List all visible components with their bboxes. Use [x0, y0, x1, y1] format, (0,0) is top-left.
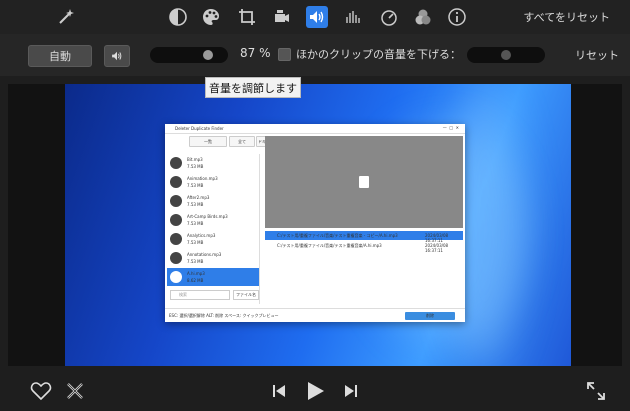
tooltip: 音量を調節します	[205, 77, 301, 98]
speed-icon[interactable]	[378, 6, 400, 28]
fullscreen-button[interactable]	[585, 380, 607, 402]
skip-forward-button[interactable]	[342, 380, 360, 402]
app-footer: ESC: 選択/選択解除 ALT: 削除 スペース: クイックプレビュー 削除	[165, 308, 465, 323]
list-item[interactable]: After2.mp3 7.53 MB	[167, 192, 259, 210]
lower-others-slider[interactable]	[467, 47, 545, 63]
app-footer-text: ESC: 選択/選択解除 ALT: 削除 スペース: クイックプレビュー	[169, 313, 279, 318]
clip-filter-icon[interactable]	[412, 6, 434, 28]
mute-button[interactable]	[104, 45, 130, 67]
crop-icon[interactable]	[236, 6, 258, 28]
magic-wand-icon[interactable]	[55, 6, 77, 28]
equalizer-icon[interactable]	[342, 6, 364, 28]
app-tab[interactable]: 全て	[229, 136, 255, 147]
list-item[interactable]: Annotations.mp3 7.53 MB	[167, 249, 259, 267]
volume-icon[interactable]	[306, 6, 328, 28]
app-file-list: Bit.mp3 7.53 MB Animation.mp3 7.53 MB Afte…	[167, 154, 260, 304]
skip-back-button[interactable]	[270, 380, 288, 402]
lower-others-slider-knob[interactable]	[501, 50, 511, 60]
reset-button[interactable]: リセット	[575, 47, 619, 63]
app-duplicate-row[interactable]: C:/テスト用/重複ファイル/音楽/テスト重複音楽 - コピー/A.hi.mp3…	[265, 231, 463, 243]
toolbar: すべてをリセット	[0, 0, 630, 34]
app-window: Deleter Duplicate Finder — □ ✕ 一覧 全て ドキュ…	[165, 124, 465, 322]
info-icon[interactable]	[446, 6, 468, 28]
fullscreen-icon	[587, 382, 605, 400]
favorite-button[interactable]	[30, 380, 52, 402]
app-duplicate-row[interactable]: C:/テスト用/重複ファイル/音楽/テスト重複音楽/A.hi.mp3 2024/…	[265, 241, 463, 253]
window-controls: — □ ✕	[442, 125, 459, 130]
list-item[interactable]: Bit.mp3 7.53 MB	[167, 154, 259, 172]
app-sort-select[interactable]: ファイル名	[233, 290, 259, 300]
favorite-icon	[30, 382, 52, 401]
lower-others-checkbox[interactable]	[278, 48, 291, 61]
color-palette-icon[interactable]	[200, 6, 222, 28]
app-tab[interactable]: 一覧	[189, 136, 227, 147]
volume-percent: 87 %	[240, 46, 271, 60]
app-search-input[interactable]: 検索	[170, 290, 230, 300]
play-icon	[308, 382, 324, 400]
list-item[interactable]: Art-Camp Birds.mp3 7.53 MB	[167, 211, 259, 229]
reject-icon	[67, 383, 83, 399]
color-balance-icon[interactable]	[167, 6, 189, 28]
skip-back-icon	[273, 385, 285, 397]
list-item[interactable]: Analytics.mp3 7.53 MB	[167, 230, 259, 248]
reject-button[interactable]	[64, 380, 86, 402]
volume-slider-knob[interactable]	[203, 50, 214, 60]
app-delete-button[interactable]: 削除	[405, 312, 455, 320]
audio-file-icon	[359, 176, 369, 188]
reset-all-button[interactable]: すべてをリセット	[523, 9, 610, 25]
camera-stabilization-icon[interactable]	[271, 6, 293, 28]
lower-others-label: ほかのクリップの音量を下げる：	[296, 48, 461, 61]
play-button[interactable]	[304, 380, 326, 402]
app-title-bar: Deleter Duplicate Finder — □ ✕	[165, 124, 465, 134]
volume-slider[interactable]	[150, 47, 228, 63]
list-item-selected[interactable]: A.hi.mp3 8.62 MB	[167, 268, 259, 286]
skip-forward-icon	[345, 385, 357, 397]
app-preview	[265, 136, 463, 228]
app-title: Deleter Duplicate Finder	[175, 126, 224, 131]
volume-controls: 自動 87 % ほかのクリップの音量を下げる： リセット	[0, 34, 630, 76]
list-item[interactable]: Animation.mp3 7.53 MB	[167, 173, 259, 191]
auto-button[interactable]: 自動	[28, 45, 92, 67]
speaker-icon	[112, 51, 122, 61]
